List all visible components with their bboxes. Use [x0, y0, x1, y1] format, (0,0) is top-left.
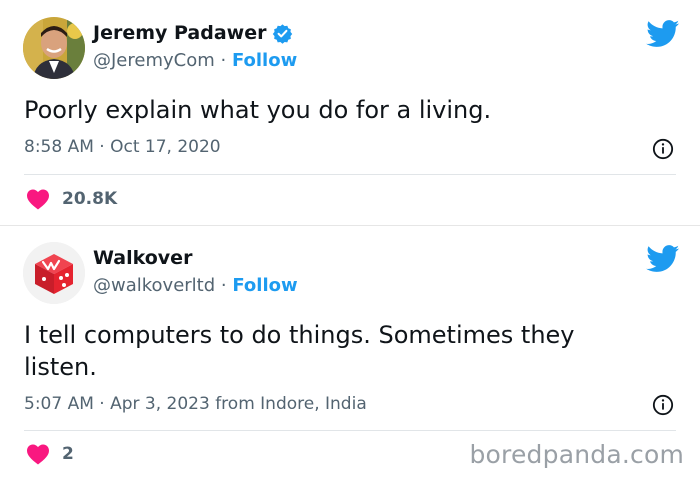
tweet-text-line: Poorly explain what you do for a living. — [24, 96, 492, 124]
walkover-dice-logo — [23, 242, 85, 304]
handle-row: @JeremyCom · Follow — [93, 50, 297, 71]
verified-badge-icon — [273, 23, 293, 44]
like-count: 2 — [62, 444, 74, 464]
handle-separator: · — [220, 50, 232, 71]
divider — [24, 430, 676, 431]
profile-photo — [23, 17, 85, 79]
like-count: 20.8K — [62, 189, 118, 209]
tweet-timestamp[interactable]: 5:07 AM · Apr 3, 2023 from Indore, India — [24, 394, 367, 414]
twitter-bird-icon[interactable] — [646, 245, 680, 273]
tweet-card-jeremy: Jeremy Padawer @JeremyCom · Follow Poorl… — [0, 0, 700, 225]
like-action[interactable]: 20.8K — [26, 188, 117, 210]
follow-button[interactable]: Follow — [232, 50, 297, 71]
author-row: Walkover — [93, 247, 192, 269]
tweet-timestamp[interactable]: 8:58 AM · Oct 17, 2020 — [24, 137, 221, 157]
tweet-text: Poorly explain what you do for a living. — [24, 94, 664, 126]
handle-separator: · — [220, 275, 233, 296]
info-icon[interactable] — [652, 394, 674, 416]
author-handle[interactable]: @JeremyCom — [93, 50, 215, 71]
twitter-bird-icon[interactable] — [646, 20, 680, 48]
divider — [24, 174, 676, 175]
tweet-text: I tell computers to do things. Sometimes… — [24, 319, 664, 383]
author-handle[interactable]: @walkoverltd — [93, 275, 215, 296]
author-row: Jeremy Padawer — [93, 22, 293, 44]
avatar[interactable] — [23, 242, 85, 304]
tweet-text-line: I tell computers to do things. Sometimes… — [24, 321, 575, 349]
handle-row: @walkoverltd · Follow — [93, 275, 298, 296]
author-name[interactable]: Walkover — [93, 247, 192, 269]
like-action[interactable]: 2 — [26, 443, 74, 465]
avatar[interactable] — [23, 17, 85, 79]
heart-icon[interactable] — [26, 188, 50, 210]
author-name[interactable]: Jeremy Padawer — [93, 22, 266, 44]
tweet-text-line: listen. — [24, 353, 97, 381]
info-icon[interactable] — [652, 138, 674, 160]
follow-button[interactable]: Follow — [232, 275, 297, 296]
watermark: boredpanda.com — [469, 440, 684, 469]
heart-icon[interactable] — [26, 443, 50, 465]
